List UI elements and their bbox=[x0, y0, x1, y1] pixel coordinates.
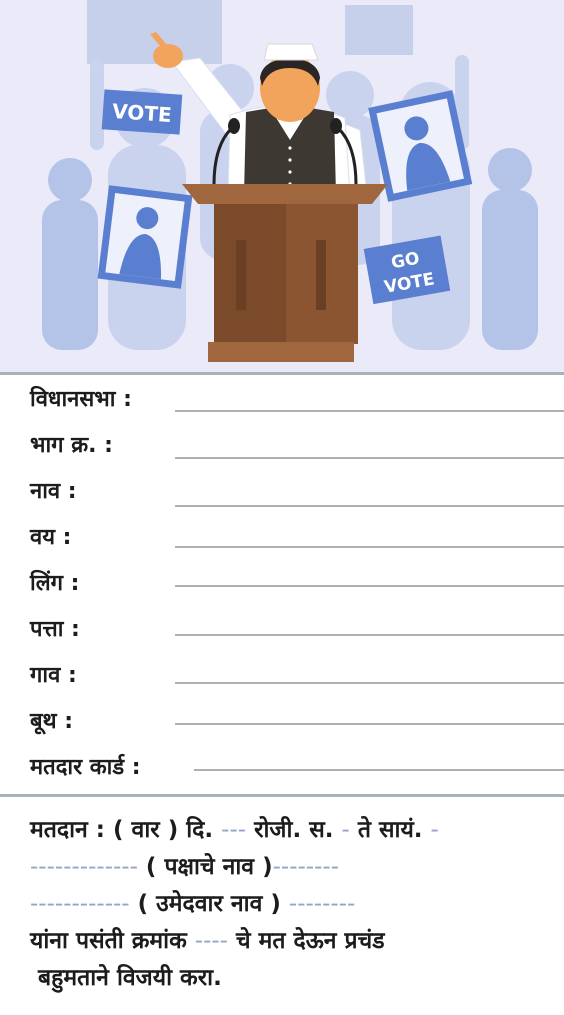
field-line-age[interactable] bbox=[175, 546, 564, 548]
field-label-booth: बूथ : bbox=[30, 709, 74, 734]
svg-text:VOTE: VOTE bbox=[111, 99, 172, 127]
field-line-booth[interactable] bbox=[175, 723, 564, 725]
blank-end-time: - bbox=[430, 817, 439, 843]
blank-start-time: - bbox=[341, 817, 350, 843]
appeal-line-3: ------------ ( उमेदवार नाव ) -------- bbox=[30, 886, 560, 923]
field-label-gender: लिंग : bbox=[30, 571, 80, 596]
field-label-age: वय : bbox=[30, 525, 72, 550]
field-line-name[interactable] bbox=[175, 505, 564, 507]
vote-sign: VOTE bbox=[101, 89, 183, 135]
field-line-gender[interactable] bbox=[175, 585, 564, 587]
field-line-voter-card[interactable] bbox=[194, 769, 564, 771]
appeal-line-1: मतदान : ( वार ) दि. --- रोजी. स. - ते सा… bbox=[30, 817, 439, 843]
voting-appeal: मतदान : ( वार ) दि. --- रोजी. स. - ते सा… bbox=[30, 812, 560, 997]
field-label-name: नाव : bbox=[30, 479, 77, 504]
bottom-divider bbox=[0, 794, 564, 797]
appeal-line-5: बहुमताने विजयी करा. bbox=[38, 965, 222, 991]
candidate-name-placeholder: ( उमेदवार नाव ) bbox=[137, 891, 281, 917]
blank-party-prefix: ------------- bbox=[30, 854, 138, 880]
field-line-constituency[interactable] bbox=[175, 410, 564, 412]
blank-candidate-prefix: ------------ bbox=[30, 891, 130, 917]
portrait-frame-left-icon bbox=[97, 185, 193, 289]
blank-date: --- bbox=[221, 817, 247, 843]
appeal-line-4: यांना पसंती क्रमांक ---- चे मत देऊन प्रच… bbox=[30, 928, 385, 954]
blank-candidate-suffix: -------- bbox=[288, 891, 356, 917]
field-line-village[interactable] bbox=[175, 682, 564, 684]
field-label-voter-card: मतदार कार्ड : bbox=[30, 755, 141, 780]
field-line-part-number[interactable] bbox=[175, 457, 564, 459]
election-illustration: VOTE GO VOTE bbox=[0, 0, 564, 372]
field-label-address: पत्ता : bbox=[30, 617, 80, 642]
field-label-village: गाव : bbox=[30, 663, 77, 688]
top-divider bbox=[0, 372, 564, 375]
field-label-constituency: विधानसभा : bbox=[30, 387, 132, 412]
appeal-line-2: ------------- ( पक्षाचे नाव )-------- bbox=[30, 849, 560, 886]
party-name-placeholder: ( पक्षाचे नाव ) bbox=[145, 854, 273, 880]
field-label-part-number: भाग क्र. : bbox=[30, 433, 113, 458]
blank-preference-number: ---- bbox=[194, 928, 228, 954]
field-line-address[interactable] bbox=[175, 634, 564, 636]
blank-party-suffix: -------- bbox=[272, 854, 340, 880]
